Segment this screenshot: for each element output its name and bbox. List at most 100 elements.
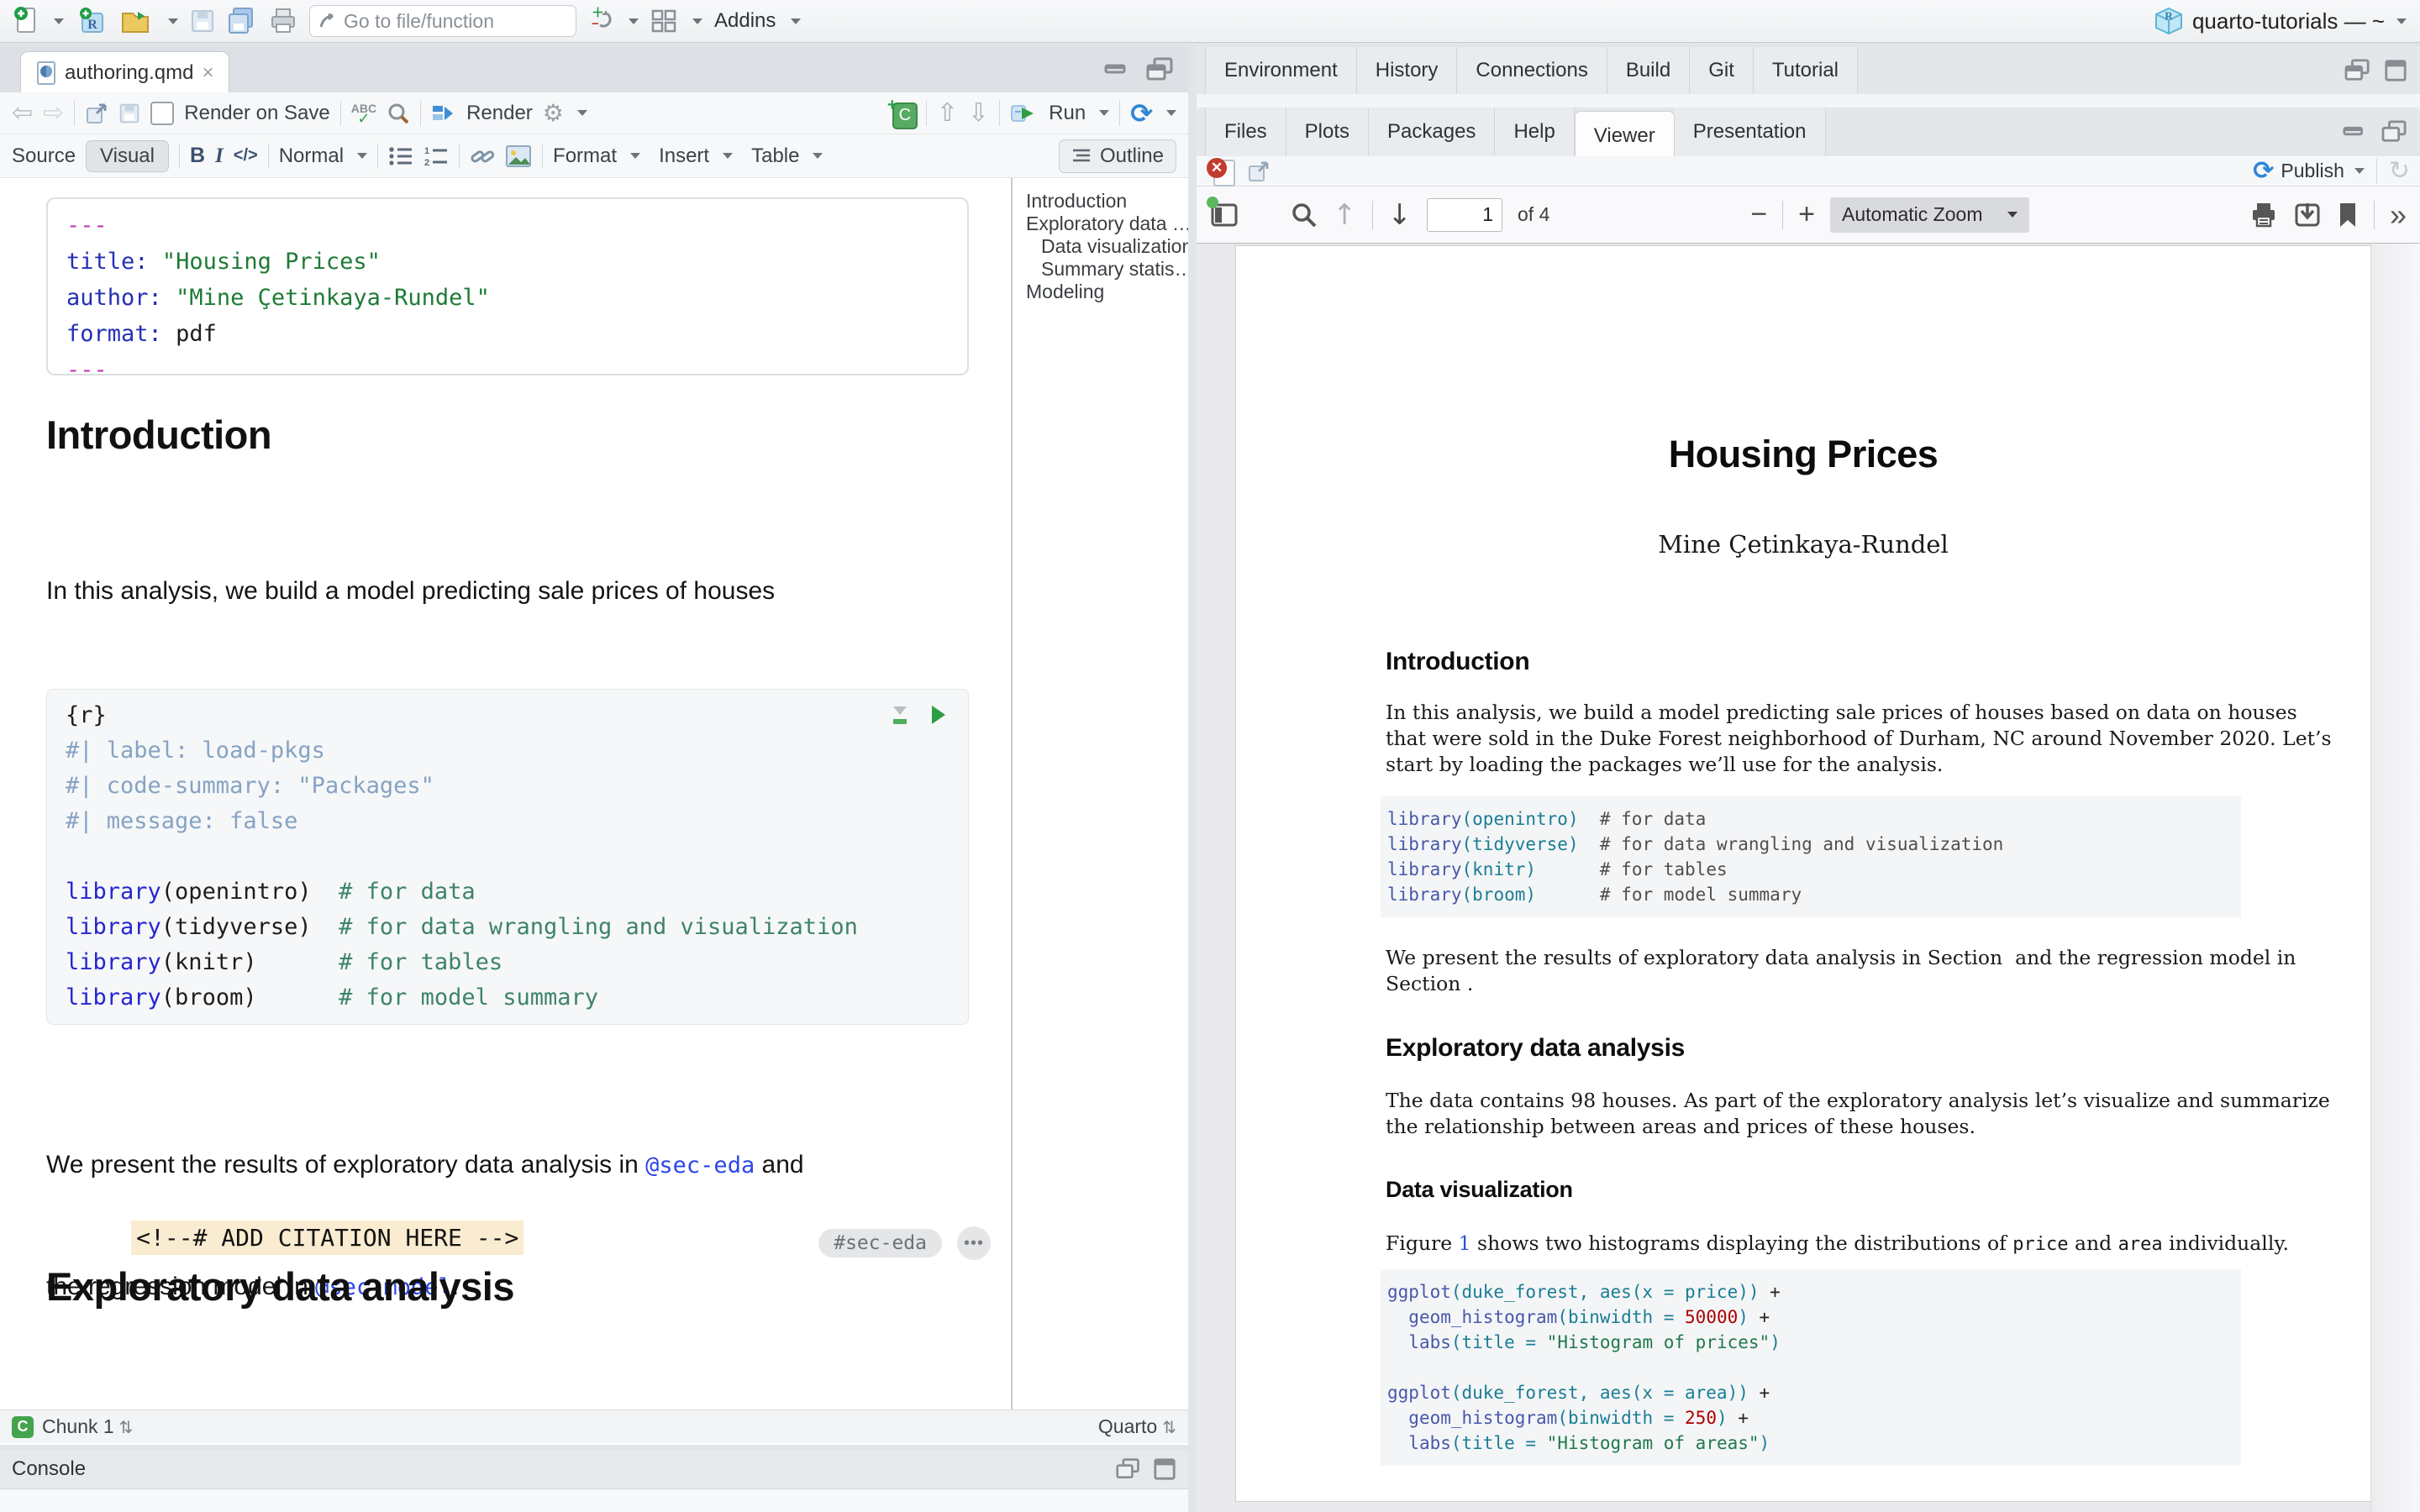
visual-mode-button[interactable]: Visual — [86, 140, 169, 172]
tab-files[interactable]: Files — [1205, 108, 1286, 156]
render-button[interactable]: Render — [466, 102, 533, 125]
table-caret[interactable] — [813, 153, 823, 159]
addins-menu[interactable]: Addins — [714, 9, 776, 33]
pdf-sidebar-toggle-icon[interactable] — [1210, 202, 1239, 228]
tab-tutorial[interactable]: Tutorial — [1754, 47, 1858, 94]
pdf-viewport[interactable]: Housing Prices Mine Çetinkaya-Rundel Int… — [1197, 244, 2420, 1512]
maximize-pane-icon[interactable] — [1146, 57, 1175, 82]
tab-environment[interactable]: Environment — [1205, 47, 1357, 94]
render-settings-gear-icon[interactable]: ⚙ — [543, 99, 564, 127]
pdf-zoom-select[interactable]: Automatic Zoom — [1830, 197, 2029, 233]
minimize-pane-icon[interactable] — [1104, 57, 1133, 79]
tab-close-icon[interactable]: × — [202, 61, 213, 85]
new-project-icon[interactable]: R — [76, 5, 108, 37]
viewer-popout-icon[interactable] — [1247, 160, 1270, 183]
bullet-list-icon[interactable] — [388, 145, 413, 167]
console-maximize-icon[interactable] — [1153, 1457, 1176, 1481]
version-control-icon[interactable]: ＋− — [588, 5, 613, 37]
refresh-viewer-icon[interactable]: ↻ — [2389, 156, 2410, 186]
outline-item-summary-statistics[interactable]: Summary statis… — [1026, 258, 1188, 281]
viewer-restore-icon[interactable] — [2381, 120, 2408, 144]
stop-viewer-icon[interactable]: ✕ — [1207, 158, 1235, 185]
run-caret[interactable] — [1099, 110, 1109, 116]
pdf-prev-page-icon[interactable]: ↑ — [1333, 198, 1357, 232]
pdf-zoom-out-icon[interactable]: − — [1750, 198, 1767, 231]
outline-item-eda[interactable]: Exploratory data … — [1026, 213, 1188, 235]
code-button[interactable]: </> — [234, 146, 258, 165]
tab-connections[interactable]: Connections — [1457, 47, 1607, 94]
publish-button[interactable]: Publish — [2281, 160, 2344, 182]
outline-item-data-visualization[interactable]: Data visualization — [1026, 235, 1188, 258]
run-previous-chunks-icon[interactable]: ⇧ — [937, 98, 958, 128]
addins-caret[interactable] — [791, 18, 801, 24]
pdf-bookmark-icon[interactable] — [2337, 202, 2359, 228]
pane-maximize-icon[interactable] — [2383, 59, 2408, 82]
save-icon[interactable] — [190, 5, 215, 37]
format-menu[interactable]: Format — [553, 144, 617, 168]
file-type-label[interactable]: Quarto — [1098, 1415, 1157, 1438]
chunk-position-stepper-icon[interactable]: ⇅ — [119, 1417, 134, 1437]
source-rerun-caret[interactable] — [1166, 110, 1176, 116]
pane-restore-icon[interactable] — [2344, 59, 2371, 82]
tab-authoring-qmd[interactable]: authoring.qmd × — [20, 51, 229, 93]
spellcheck-icon[interactable]: ABC✓ — [351, 103, 376, 123]
tab-history[interactable]: History — [1357, 47, 1458, 94]
visual-editor-canvas[interactable]: --- title: "Housing Prices" author: "Min… — [0, 178, 1011, 1410]
run-icon[interactable] — [1010, 102, 1039, 124]
run-button[interactable]: Run — [1049, 102, 1086, 125]
workspace-panes-icon[interactable] — [650, 5, 677, 37]
run-next-chunk-icon[interactable]: ⇩ — [968, 98, 989, 128]
tab-packages[interactable]: Packages — [1369, 108, 1495, 156]
tab-build[interactable]: Build — [1607, 47, 1690, 94]
format-caret[interactable] — [630, 153, 640, 159]
open-in-window-icon[interactable] — [85, 102, 108, 125]
image-icon[interactable] — [505, 144, 532, 168]
pdf-tools-chevrons[interactable]: » — [2390, 197, 2407, 233]
source-rerun-icon[interactable]: ⟳ — [1130, 97, 1153, 129]
find-replace-icon[interactable] — [387, 102, 410, 125]
bold-button[interactable]: B — [190, 144, 205, 168]
render-settings-caret[interactable] — [577, 110, 587, 116]
new-file-caret[interactable] — [54, 18, 64, 24]
run-chunk-icon[interactable] — [929, 704, 948, 726]
pdf-page-number-input[interactable] — [1427, 198, 1502, 232]
forward-icon[interactable]: ⇨ — [43, 98, 64, 128]
pdf-download-icon[interactable] — [2293, 202, 2322, 228]
open-recent-caret[interactable] — [168, 18, 178, 24]
save-doc-icon[interactable] — [118, 102, 140, 124]
section-menu-button[interactable]: ••• — [957, 1226, 991, 1260]
numbered-list-icon[interactable]: 12 — [424, 145, 449, 167]
paragraph-style-select[interactable]: Normal — [279, 144, 344, 168]
pdf-scrollbar[interactable] — [2370, 244, 2420, 1512]
workspace-panes-caret[interactable] — [692, 18, 702, 24]
chunk-position-label[interactable]: Chunk 1 — [42, 1415, 114, 1438]
source-mode-button[interactable]: Source — [12, 144, 76, 168]
tab-git[interactable]: Git — [1690, 47, 1754, 94]
pdf-next-page-icon[interactable]: ↓ — [1388, 198, 1413, 232]
pdf-zoom-in-icon[interactable]: + — [1798, 198, 1815, 231]
outline-toggle-button[interactable]: Outline — [1059, 139, 1176, 173]
r-code-chunk[interactable]: {r} #| label: load-pkgs #| code-summary:… — [46, 689, 969, 1025]
render-on-save-checkbox[interactable] — [150, 102, 174, 125]
table-menu[interactable]: Table — [751, 144, 799, 168]
yaml-metadata-block[interactable]: --- title: "Housing Prices" author: "Min… — [46, 197, 969, 375]
file-type-stepper-icon[interactable]: ⇅ — [1162, 1417, 1176, 1437]
outline-item-introduction[interactable]: Introduction — [1026, 190, 1188, 213]
console-title[interactable]: Console — [12, 1457, 86, 1481]
tab-help[interactable]: Help — [1495, 108, 1574, 156]
project-menu[interactable]: R quarto-tutorials — ~ — [2154, 6, 2407, 36]
print-icon[interactable] — [269, 5, 297, 37]
outline-item-modeling[interactable]: Modeling — [1026, 281, 1188, 303]
tab-presentation[interactable]: Presentation — [1675, 108, 1826, 156]
italic-button[interactable]: I — [215, 144, 224, 168]
new-file-icon[interactable] — [13, 5, 39, 37]
paragraph-style-caret[interactable] — [357, 153, 367, 159]
save-all-icon[interactable] — [227, 5, 257, 37]
link-icon[interactable] — [470, 144, 495, 168]
pdf-print-icon[interactable] — [2249, 202, 2278, 228]
publish-icon[interactable]: ⟳ — [2253, 156, 2274, 186]
render-icon[interactable] — [431, 102, 456, 124]
run-chunks-above-icon[interactable] — [889, 703, 911, 727]
version-control-caret[interactable] — [629, 18, 639, 24]
pdf-search-icon[interactable] — [1291, 202, 1318, 228]
